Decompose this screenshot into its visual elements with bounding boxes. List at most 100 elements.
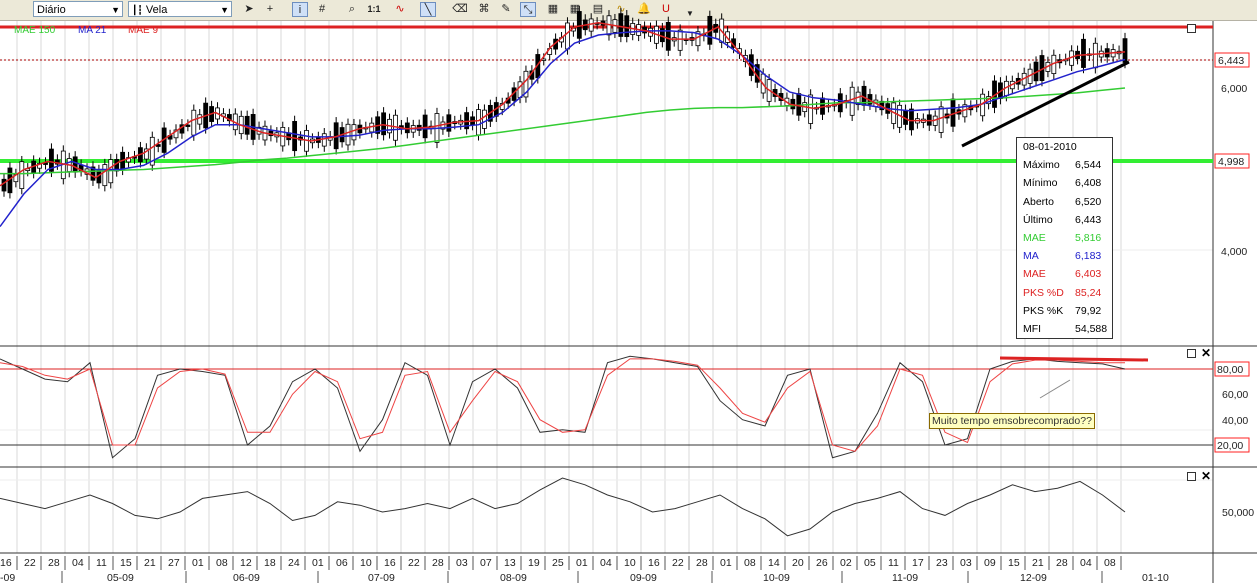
tooltip-value: 5,816 (1075, 231, 1102, 244)
candle-body (292, 121, 298, 152)
annotation-label: Muito tempo emsobrecomprado?? (929, 413, 1095, 429)
x-day-label: 11 (888, 557, 899, 569)
close-icon[interactable]: ✕ (1201, 347, 1211, 359)
x-day-label: 12 (240, 557, 252, 569)
stoch-tick-40: 40,00 (1222, 415, 1248, 427)
tooltip-label: Aberto (1023, 195, 1054, 208)
x-day-label: 21 (144, 557, 156, 569)
tooltip-date: 08-01-2010 (1023, 141, 1077, 153)
x-day-label: 08 (216, 557, 228, 569)
tooltip-value: 6,183 (1075, 250, 1102, 263)
tooltip-value: 6,443 (1075, 213, 1102, 226)
x-day-label: 28 (48, 557, 60, 569)
x-day-label: 04 (1080, 557, 1092, 569)
x-day-label: 27 (168, 557, 180, 569)
tooltip-label: MA (1023, 250, 1039, 263)
candle-body (1, 178, 7, 192)
x-day-label: 06 (336, 557, 348, 569)
candle-body (381, 112, 386, 136)
x-day-label: 10 (360, 557, 372, 569)
candle-body (677, 29, 683, 51)
x-day-label: 26 (816, 557, 828, 569)
x-month-label: 07-09 (368, 572, 395, 583)
x-day-label: 14 (768, 557, 780, 569)
x-day-label: 03 (960, 557, 972, 569)
x-day-label: 04 (72, 557, 84, 569)
x-month-label: 12-09 (1020, 572, 1047, 583)
price-tick-6000: 6,000 (1221, 83, 1247, 95)
x-day-label: 23 (936, 557, 948, 569)
mfi-line (0, 477, 1126, 537)
candle-body (72, 156, 78, 173)
maximize-icon[interactable] (1187, 472, 1196, 481)
x-day-label: 07 (480, 557, 492, 569)
tooltip-label: PKS %D (1023, 286, 1064, 299)
candle-body (19, 161, 25, 189)
x-month-label: 09-09 (630, 572, 657, 583)
candle-body (197, 114, 203, 125)
maximize-icon[interactable] (1187, 349, 1196, 358)
candle-body (482, 109, 487, 129)
candle-body (909, 108, 914, 131)
tooltip-label: MAE (1023, 268, 1046, 281)
stoch-annotation-line (999, 356, 1149, 362)
x-day-label: 08 (1104, 557, 1116, 569)
stoch-upper-label: 80,00 (1217, 364, 1243, 376)
stoch-d-line (0, 358, 1125, 452)
stoch-lower-label: 20,00 (1217, 440, 1243, 452)
candle-body (102, 164, 108, 187)
candle-body (1081, 38, 1086, 68)
x-day-label: 02 (840, 557, 852, 569)
data-tooltip: 08-01-2010 Máximo 6,544 Mínimo 6,408 Aberto 6… (1016, 137, 1113, 339)
tooltip-label: Último (1023, 213, 1053, 226)
x-day-label: 04 (600, 557, 612, 569)
mfi-tick-50: 50,000 (1222, 507, 1254, 519)
candle-body (404, 122, 410, 134)
tooltip-value: 6,544 (1075, 159, 1102, 172)
x-day-label: 22 (24, 557, 36, 569)
tooltip-row: MFI 54,588 (1017, 320, 1112, 338)
close-icon[interactable]: ✕ (1201, 470, 1211, 482)
candle-body (808, 94, 814, 124)
tooltip-row: MAE 6,403 (1017, 265, 1112, 283)
x-day-label: 18 (264, 557, 276, 569)
x-day-label: 11 (96, 557, 107, 569)
x-day-label: 15 (120, 557, 132, 569)
x-day-label: 08 (744, 557, 756, 569)
candle-body (796, 93, 802, 116)
stoch-k-line (0, 355, 1126, 459)
maximize-icon[interactable] (1187, 24, 1196, 33)
x-day-label: 24 (288, 557, 300, 569)
candle-body (938, 106, 944, 133)
x-month-label: 10-09 (763, 572, 790, 583)
x-month-label: 01-10 (1142, 572, 1169, 583)
x-day-label: 10 (624, 557, 636, 569)
x-month-label: 05-09 (107, 572, 134, 583)
x-day-label: 01 (312, 557, 324, 569)
x-day-label: 22 (408, 557, 420, 569)
tooltip-label: MFI (1023, 322, 1042, 335)
candle-body (1122, 38, 1128, 63)
x-day-label: 17 (912, 557, 924, 569)
tooltip-row: PKS %K 79,92 (1017, 302, 1112, 320)
tooltip-label: MAE (1023, 231, 1046, 244)
candle-body (565, 22, 570, 50)
x-day-label: 28 (432, 557, 444, 569)
x-day-label: 09 (984, 557, 996, 569)
x-day-label: 01 (192, 557, 204, 569)
stoch-tick-60: 60,00 (1222, 389, 1248, 401)
x-day-label: 15 (1008, 557, 1020, 569)
x-day-label: 16 (0, 557, 12, 569)
tooltip-value: 6,520 (1075, 195, 1102, 208)
candle-body (849, 86, 855, 116)
tooltip-row: Mínimo 6,408 (1017, 174, 1112, 192)
candle-body (624, 15, 630, 38)
x-day-label: 19 (528, 557, 540, 569)
x-day-label: 21 (1032, 557, 1044, 569)
candle-body (665, 21, 671, 51)
tooltip-value: 54,588 (1075, 322, 1108, 335)
annotation-pointer (1039, 379, 1071, 399)
tooltip-row: PKS %D 85,24 (1017, 284, 1112, 302)
x-axis-months: 05-09 06-09 07-09 08-09 09-09 10-09 11-09 12-09… (61, 571, 1169, 583)
x-edge-label: -09 (0, 572, 15, 583)
